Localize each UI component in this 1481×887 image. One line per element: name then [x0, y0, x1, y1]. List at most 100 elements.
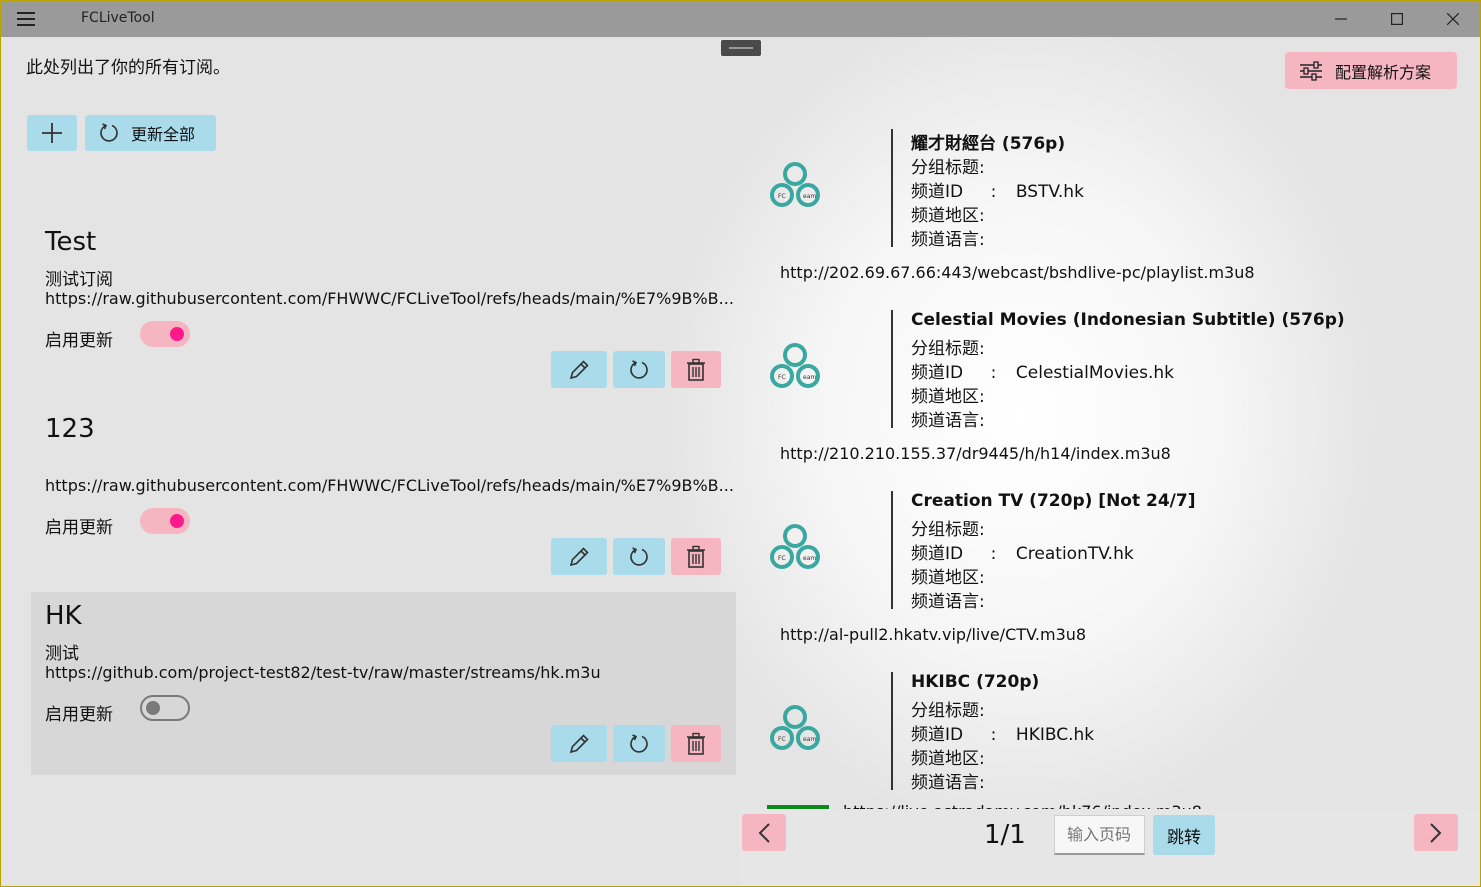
subscription-url: https://github.com/project-test82/test-t… — [45, 663, 601, 682]
refresh-button[interactable] — [613, 351, 665, 388]
subscription-title: HK — [45, 601, 82, 631]
subscription-card[interactable]: HK 测试 https://github.com/project-test82/… — [31, 592, 736, 775]
edit-button[interactable] — [551, 538, 607, 575]
next-page-button[interactable] — [1414, 814, 1458, 851]
prev-page-button[interactable] — [742, 814, 786, 851]
channel-id-value: BSTV.hk — [1015, 182, 1084, 202]
subscription-url: https://raw.githubusercontent.com/FHWWC/… — [45, 289, 734, 308]
refresh-button[interactable] — [613, 725, 665, 762]
refresh-button[interactable] — [613, 538, 665, 575]
channel-separator — [891, 310, 893, 428]
enable-update-toggle[interactable] — [140, 321, 190, 347]
subscription-title: 123 — [45, 414, 95, 444]
svg-text:eam: eam — [803, 193, 816, 200]
svg-text:eam: eam — [803, 374, 816, 381]
enable-update-toggle[interactable] — [140, 695, 190, 721]
jump-button[interactable]: 跳转 — [1153, 815, 1215, 855]
svg-text:FC: FC — [778, 555, 786, 562]
refresh-icon — [630, 546, 648, 566]
close-icon[interactable] — [1425, 1, 1480, 37]
edit-button[interactable] — [551, 725, 607, 762]
enable-update-label: 启用更新 — [45, 518, 113, 538]
channel-id-label: 频道ID — [911, 725, 964, 745]
channel-id-row: 频道ID : BSTV.hk — [911, 177, 1084, 202]
channel-name: Creation TV (720p) [Not 24/7] — [911, 491, 1196, 511]
subscription-card[interactable]: Test 测试订阅 https://raw.githubusercontent.… — [31, 218, 736, 401]
fcteam-logo-icon: FC eam — [770, 343, 820, 388]
add-subscription-button[interactable] — [27, 115, 77, 151]
config-parse-scheme-label: 配置解析方案 — [1335, 62, 1432, 82]
svg-text:eam: eam — [803, 736, 816, 743]
page-indicator: 1/1 — [984, 820, 1026, 850]
delete-button[interactable] — [671, 538, 721, 575]
refresh-icon — [630, 359, 648, 379]
channel-language: 频道语言: — [911, 230, 985, 250]
pencil-icon — [569, 359, 589, 379]
channel-name: Celestial Movies (Indonesian Subtitle) (… — [911, 310, 1345, 330]
channel-group: 分组标题: — [911, 158, 985, 178]
channel-region: 频道地区: — [911, 206, 985, 226]
channel-id-separator: : — [990, 725, 997, 745]
channel-separator — [891, 491, 893, 609]
channel-separator — [891, 672, 893, 790]
svg-text:FC: FC — [778, 374, 786, 381]
fcteam-logo-icon: FC eam — [770, 524, 820, 569]
subscription-description: 测试 — [45, 644, 79, 664]
channel-item[interactable]: FC eam Celestial Movies (Indonesian Subt… — [761, 310, 1461, 491]
chevron-right-icon — [1430, 822, 1442, 843]
channel-id-label: 频道ID — [911, 363, 964, 383]
intro-text: 此处列出了你的所有订阅。 — [26, 58, 230, 78]
config-parse-scheme-button[interactable]: 配置解析方案 — [1285, 52, 1457, 89]
svg-text:FC: FC — [778, 193, 786, 200]
channel-name: HKIBC (720p) — [911, 672, 1040, 692]
sliders-icon — [1300, 60, 1322, 81]
trash-icon — [687, 358, 705, 381]
channel-id-label: 频道ID — [911, 182, 964, 202]
drag-handle[interactable] — [721, 40, 761, 56]
channel-id-row: 频道ID : HKIBC.hk — [911, 720, 1094, 745]
channel-url: http://al-pull2.hkatv.vip/live/CTV.m3u8 — [780, 625, 1087, 644]
refresh-icon — [630, 733, 648, 753]
enable-update-label: 启用更新 — [45, 331, 113, 351]
channel-language: 频道语言: — [911, 411, 985, 431]
main-content: 此处列出了你的所有订阅。 配置解析方案 更新全部 Test 测试订阅 https… — [1, 37, 1480, 886]
update-all-button[interactable]: 更新全部 — [85, 115, 216, 151]
app-window: FCLiveTool 此处列出了你的所有订阅。 配置解析方案 更新全部 Test… — [0, 0, 1481, 887]
title-bar: FCLiveTool — [1, 1, 1480, 37]
channel-item[interactable]: FC eam Creation TV (720p) [Not 24/7] 分组标… — [761, 491, 1461, 672]
maximize-icon[interactable] — [1369, 1, 1425, 37]
delete-button[interactable] — [671, 351, 721, 388]
subscription-title: Test — [45, 227, 97, 257]
fcteam-logo-icon: FC eam — [770, 705, 820, 750]
refresh-icon — [100, 123, 118, 142]
enable-update-toggle[interactable] — [140, 508, 190, 534]
channel-id-row: 频道ID : CelestialMovies.hk — [911, 358, 1174, 383]
channel-item[interactable]: FC eam 耀才財經台 (576p) 分组标题: 频道ID : BSTV.hk… — [761, 129, 1461, 310]
trash-icon — [687, 732, 705, 755]
channel-group: 分组标题: — [911, 339, 985, 359]
delete-button[interactable] — [671, 725, 721, 762]
channel-name: 耀才財經台 (576p) — [911, 134, 1066, 154]
channel-url: http://210.210.155.37/dr9445/h/h14/index… — [780, 444, 1171, 463]
page-number-input[interactable] — [1054, 815, 1145, 855]
channel-id-value: HKIBC.hk — [1015, 725, 1095, 745]
channel-id-separator: : — [990, 363, 997, 383]
channel-region: 频道地区: — [911, 568, 985, 588]
channel-id-separator: : — [990, 182, 997, 202]
channel-url: http://202.69.67.66:443/webcast/bshdlive… — [780, 263, 1255, 282]
channel-id-value: CreationTV.hk — [1015, 544, 1134, 564]
subscription-description: 测试订阅 — [45, 270, 113, 290]
svg-text:FC: FC — [778, 736, 786, 743]
channel-language: 频道语言: — [911, 592, 985, 612]
svg-text:eam: eam — [803, 555, 816, 562]
channel-region: 频道地区: — [911, 387, 985, 407]
hamburger-icon[interactable] — [17, 12, 35, 26]
subscription-card[interactable]: 123 https://raw.githubusercontent.com/FH… — [31, 405, 736, 588]
fcteam-logo-icon: FC eam — [770, 162, 820, 207]
minimize-icon[interactable] — [1313, 1, 1369, 37]
channel-separator — [891, 129, 893, 247]
channel-group: 分组标题: — [911, 520, 985, 540]
edit-button[interactable] — [551, 351, 607, 388]
channel-language: 频道语言: — [911, 773, 985, 793]
update-all-label: 更新全部 — [131, 125, 196, 144]
